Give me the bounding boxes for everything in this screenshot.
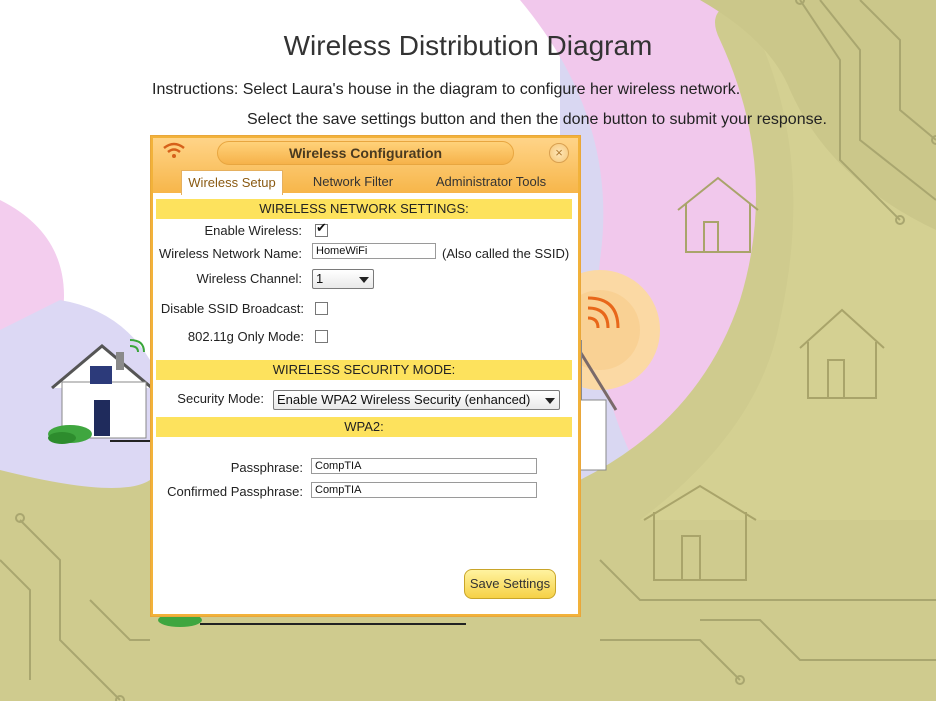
disable-ssid-checkbox[interactable] [315, 302, 328, 315]
ssid-hint: (Also called the SSID) [442, 246, 570, 261]
instruction-line-2: Select the save settings button and then… [247, 111, 827, 128]
network-name-input[interactable] [312, 243, 436, 259]
save-settings-button[interactable]: Save Settings [464, 569, 556, 599]
security-mode-select[interactable]: Enable WPA2 Wireless Security (enhanced) [273, 390, 560, 410]
network-settings-header: WIRELESS NETWORK SETTINGS: [156, 199, 572, 219]
chevron-down-icon [545, 398, 555, 404]
instruction-line-1: Instructions: Select Laura's house in th… [152, 81, 741, 98]
wpa2-header: WPA2: [156, 417, 572, 437]
enable-wireless-checkbox[interactable]: ✔ [315, 220, 328, 237]
page-title: Wireless Distribution Diagram [283, 30, 653, 61]
disable-ssid-label: Disable SSID Broadcast: [160, 301, 304, 316]
dialog-tabs: Wireless Setup Network Filter Administra… [153, 168, 578, 195]
tab-network-filter[interactable]: Network Filter [303, 171, 403, 193]
enable-wireless-label: Enable Wireless: [204, 223, 302, 238]
security-mode-header: WIRELESS SECURITY MODE: [156, 360, 572, 380]
security-mode-label: Security Mode: [177, 391, 264, 406]
wifi-icon [163, 142, 185, 158]
channel-select[interactable]: 1 [312, 269, 374, 289]
dialog-title: Wireless Configuration [217, 141, 514, 165]
wireless-configuration-dialog: Wireless Configuration × Wireless Setup … [151, 136, 580, 616]
network-name-label: Wireless Network Name: [158, 246, 302, 261]
checkmark-icon: ✔ [316, 220, 327, 235]
g-only-label: 802.11g Only Mode: [187, 329, 304, 344]
channel-label: Wireless Channel: [196, 271, 303, 286]
passphrase-label: Passphrase: [230, 460, 303, 475]
passphrase-input[interactable] [311, 458, 537, 474]
confirm-passphrase-input[interactable] [311, 482, 537, 498]
tab-wireless-setup[interactable]: Wireless Setup [181, 170, 283, 195]
g-only-checkbox[interactable] [315, 330, 328, 343]
tab-administrator-tools[interactable]: Administrator Tools [431, 171, 551, 193]
security-mode-value: Enable WPA2 Wireless Security (enhanced) [277, 392, 531, 407]
close-button[interactable]: × [549, 143, 569, 163]
confirm-passphrase-label: Confirmed Passphrase: [167, 484, 303, 499]
chevron-down-icon [359, 277, 369, 283]
dialog-header: Wireless Configuration × Wireless Setup … [153, 138, 578, 195]
channel-value: 1 [316, 271, 324, 286]
